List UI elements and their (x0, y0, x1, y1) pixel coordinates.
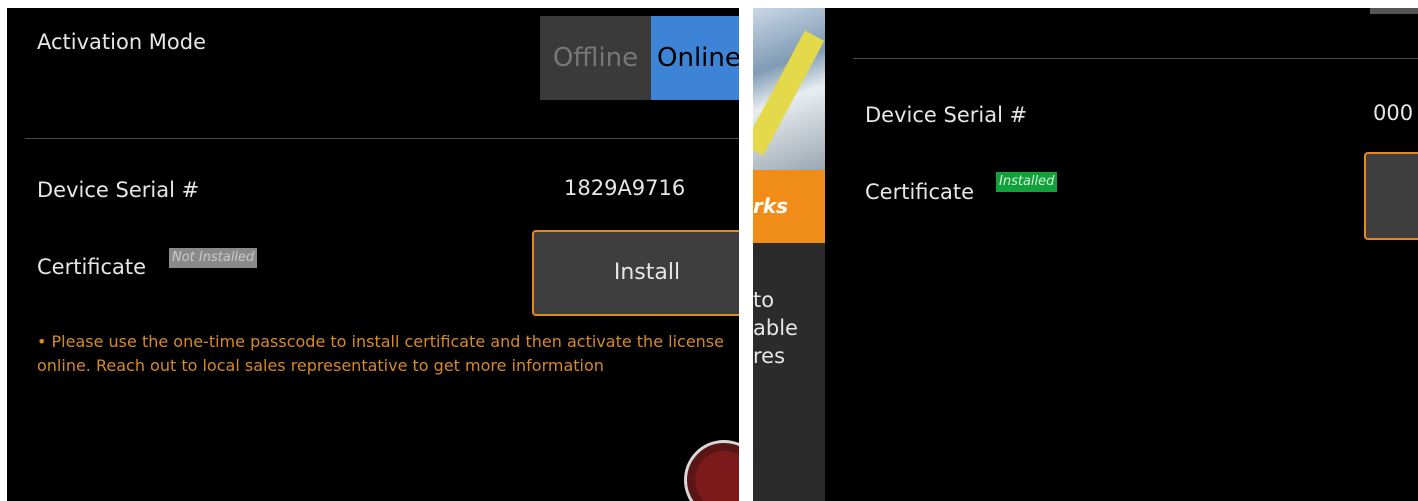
record-button[interactable] (684, 440, 739, 501)
install-instructions-note: • Please use the one-time passcode to in… (37, 332, 724, 375)
certificate-label: Certificate (865, 180, 975, 204)
promo-photo (753, 8, 825, 170)
certificate-status-badge: Installed (996, 172, 1058, 192)
top-control-edge[interactable] (1370, 8, 1418, 14)
install-button[interactable] (1364, 152, 1418, 240)
device-serial-label: Device Serial # (37, 178, 200, 202)
section-divider (25, 138, 739, 139)
side-promo-strip: rks to able res (753, 8, 825, 501)
device-serial-value: 1829A9716 (564, 176, 686, 200)
certificate-status-badge: Not Installed (169, 248, 258, 268)
device-serial-value: 000 (1373, 101, 1414, 125)
promo-banner: rks (753, 170, 825, 243)
activation-settings-panel: Activation Mode Offline Online Device Se… (7, 8, 739, 501)
certificate-label: Certificate (37, 255, 147, 279)
activation-mode-label: Activation Mode (37, 30, 207, 54)
install-button[interactable]: Install (532, 230, 739, 316)
activation-settings-panel-installed: rks to able res Device Serial # 000 Cert… (753, 8, 1418, 501)
section-divider (853, 58, 1418, 59)
activation-mode-toggle[interactable]: Offline Online (540, 16, 739, 100)
toggle-offline-option[interactable]: Offline (540, 16, 651, 100)
device-serial-label: Device Serial # (865, 103, 1028, 127)
toggle-online-option[interactable]: Online (651, 16, 739, 100)
promo-text: to able res (753, 288, 798, 368)
